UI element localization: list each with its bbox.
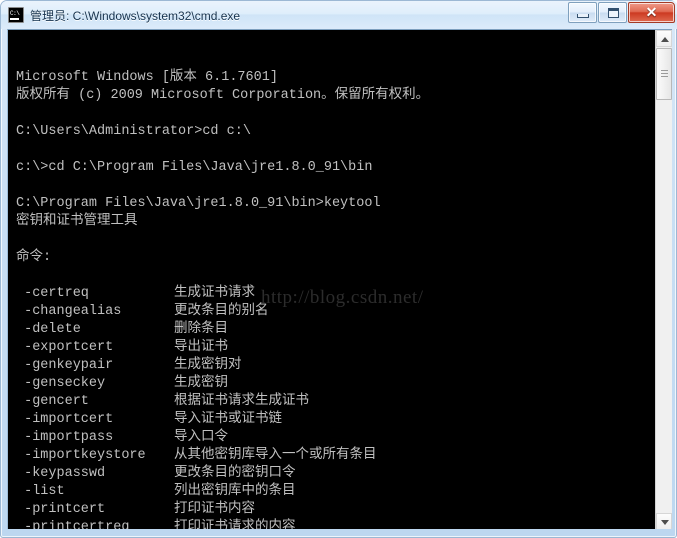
chevron-down-icon	[661, 520, 669, 525]
scrollbar-thumb[interactable]	[656, 48, 672, 100]
command-row: -importpass 导入口令	[16, 429, 646, 447]
scroll-down-button[interactable]	[656, 513, 672, 529]
command-description: 生成密钥对	[174, 358, 242, 373]
command-row: -importkeystore 从其他密钥库导入一个或所有条目	[16, 447, 646, 465]
command-row: -keypasswd 更改条目的密钥口令	[16, 465, 646, 483]
command-description: 打印证书请求的内容	[174, 520, 296, 529]
command-row: -genkeypair 生成密钥对	[16, 357, 646, 375]
command-description: 导入证书或证书链	[174, 412, 282, 427]
command-row: -printcertreq 打印证书请求的内容	[16, 519, 646, 529]
command-name: -gencert	[16, 394, 89, 409]
window-title: 管理员: C:\Windows\system32\cmd.exe	[30, 8, 241, 23]
title-bar[interactable]: 管理员: C:\Windows\system32\cmd.exe ✕	[1, 1, 677, 29]
command-description: 生成证书请求	[174, 286, 255, 301]
command-description: 生成密钥	[174, 376, 228, 391]
minimize-icon	[577, 14, 589, 18]
command-name: -list	[16, 484, 65, 499]
console-line: c:\>cd C:\Program Files\Java\jre1.8.0_91…	[16, 160, 373, 175]
command-description: 导入口令	[174, 430, 228, 445]
command-name: -genseckey	[16, 376, 106, 391]
command-description: 列出密钥库中的条目	[174, 484, 296, 499]
command-row: -list 列出密钥库中的条目	[16, 483, 646, 501]
command-name: -exportcert	[16, 340, 114, 355]
command-description: 从其他密钥库导入一个或所有条目	[174, 448, 377, 463]
minimize-button[interactable]	[568, 2, 597, 23]
scroll-up-button[interactable]	[656, 30, 672, 47]
console-line: C:\Users\Administrator>cd c:\	[16, 124, 251, 139]
close-icon: ✕	[645, 4, 658, 20]
command-name: -genkeypair	[16, 358, 114, 373]
command-description: 删除条目	[174, 322, 228, 337]
command-description: 打印证书内容	[174, 502, 255, 517]
console-scrollbar[interactable]	[655, 30, 672, 529]
command-description: 更改条目的别名	[174, 304, 269, 319]
command-description: 更改条目的密钥口令	[174, 466, 296, 481]
watermark-text: http://blog.csdn.net/	[261, 287, 424, 308]
command-name: -changealias	[16, 304, 122, 319]
console-line: 命令:	[16, 250, 52, 265]
command-description: 根据证书请求生成证书	[174, 394, 309, 409]
command-row: -gencert 根据证书请求生成证书	[16, 393, 646, 411]
grip-icon	[661, 70, 668, 77]
command-row: -genseckey 生成密钥	[16, 375, 646, 393]
console-line: Microsoft Windows [版本 6.1.7601]	[16, 70, 278, 85]
command-row: -printcert 打印证书内容	[16, 501, 646, 519]
close-button[interactable]: ✕	[628, 2, 675, 23]
command-row: -delete 删除条目	[16, 321, 646, 339]
command-row: -importcert 导入证书或证书链	[16, 411, 646, 429]
command-name: -keypasswd	[16, 466, 106, 481]
window-controls: ✕	[567, 2, 675, 23]
console-output-area[interactable]: Microsoft Windows [版本 6.1.7601] 版权所有 (c) …	[7, 29, 672, 529]
maximize-icon	[608, 8, 619, 18]
command-row: -exportcert 导出证书	[16, 339, 646, 357]
command-name: -importcert	[16, 412, 114, 427]
screen: 管理员: C:\Windows\system32\cmd.exe ✕ Micro…	[0, 0, 677, 538]
command-name: -delete	[16, 322, 81, 337]
chevron-up-icon	[661, 37, 669, 42]
console-line: C:\Program Files\Java\jre1.8.0_91\bin>ke…	[16, 196, 381, 211]
command-name: -printcert	[16, 502, 106, 517]
command-name: -certreq	[16, 286, 89, 301]
command-name: -importpass	[16, 430, 114, 445]
command-name: -importkeystore	[16, 448, 146, 463]
cmd-window: 管理员: C:\Windows\system32\cmd.exe ✕ Micro…	[0, 0, 677, 538]
console-text: Microsoft Windows [版本 6.1.7601] 版权所有 (c) …	[16, 33, 646, 529]
maximize-button[interactable]	[598, 2, 627, 23]
console-line: 版权所有 (c) 2009 Microsoft Corporation。保留所有…	[16, 88, 430, 103]
console-line: 密钥和证书管理工具	[16, 214, 138, 229]
command-name: -printcertreq	[16, 520, 130, 529]
cmd-icon	[8, 7, 24, 23]
command-description: 导出证书	[174, 340, 228, 355]
